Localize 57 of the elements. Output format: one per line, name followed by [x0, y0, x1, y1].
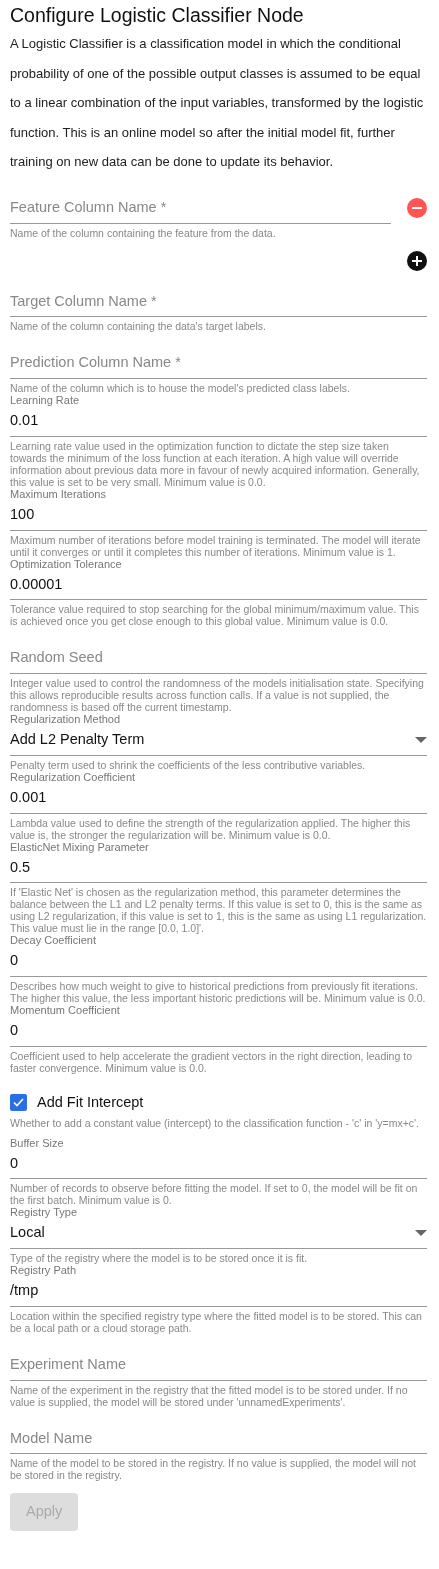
helper-text: Type of the registry where the model is to be stored once it is fit. — [10, 1252, 309, 1265]
input-field[interactable]: /tmp — [10, 1276, 427, 1307]
plus-icon — [412, 255, 422, 266]
field-label: Buffer Size — [10, 1136, 65, 1149]
field-label: Momentum Coefficient — [10, 1004, 121, 1017]
helper-text: Tolerance value required to stop searching for the global minimum/maximum value. This is achieved once you get close enough to this global value. Minimum value is 0.0. — [10, 603, 420, 628]
input-field[interactable]: 0.001 — [10, 782, 427, 814]
field-label: Optimization Tolerance — [10, 557, 123, 570]
helper-text: Penalty term used to shrink the coefficients of the less contributive variables. — [10, 758, 367, 771]
helper-text: Name of the experiment in the registry that the fitted model is to be stored under. If no value is supplied, the model will be stored under 'unnamedExperiments'. — [10, 1383, 409, 1408]
add-button[interactable] — [407, 250, 427, 271]
helper-text: Location within the specified registry type where the fitted model is to be stored. This can be a local path or a cloud storage path. — [10, 1309, 423, 1334]
dropdown-field[interactable]: Add L2 Penalty Term — [10, 725, 427, 756]
caret-icon — [415, 737, 427, 743]
input-field[interactable]: Feature Column Name * — [10, 192, 391, 224]
field-label: Maximum Iterations — [10, 487, 107, 500]
description-text: A Logistic Classifier is a classification model in which the conditional probability of one of the possible output classes is assumed to be equal to a linear combination of the input variables, transformed by the logistic function. This is an online model so after the initial model fit, further training on new data can be done to update its behavior. — [10, 35, 425, 172]
helper-text: Lambda value used to define the strength of the regularization applied. The higher this value is, the stronger the regularization will be. Minimum value is 0.0. — [10, 816, 412, 841]
helper-text: Integer value used to control the randomness of the models initialisation state. Specifying this allows reproducible results across function calls. If a value is not supplied, the randomness is based off the current timestamp. — [10, 677, 425, 714]
helper-text: If 'Elastic Net' is chosen as the regularization method, this parameter determines the balance between the L1 and L2 penalty terms. If this value is set to 0, this is the same as using L2 regularization, if this value is set to 1, this is the same as using L1 regularization. This value must lie in the range [0.0, 1.0]'. — [10, 886, 427, 935]
input-field[interactable]: 0 — [10, 1016, 427, 1047]
check-icon — [13, 1098, 24, 1108]
checkbox-label: Add Fit Intercept — [37, 1092, 144, 1112]
field-label: Registry Path — [10, 1264, 78, 1277]
checkbox[interactable] — [10, 1094, 27, 1112]
remove-button[interactable] — [407, 198, 427, 219]
helper-text: Name of the model to be stored in the registry. If no value is supplied, the model will not be stored in the registry. — [10, 1457, 418, 1482]
minus-icon — [412, 207, 422, 210]
input-field[interactable]: Experiment Name — [10, 1349, 427, 1381]
input-field[interactable]: Target Column Name * — [10, 286, 427, 318]
page-title: Configure Logistic Classifier Node — [10, 4, 305, 28]
helper-text: Number of records to observe before fitting the model. If set to 0, the model will be fit on the first batch. Minimum value is 0. — [10, 1182, 419, 1207]
helper-text: Name of the column which is to house the model's predicted class labels. — [10, 382, 351, 395]
input-field[interactable]: 0 — [10, 1148, 427, 1180]
field-label: Learning Rate — [10, 394, 81, 407]
helper-text: Name of the column containing the data's target labels. — [10, 320, 267, 333]
input-field[interactable]: 0.5 — [10, 852, 427, 884]
field-label: Registry Type — [10, 1206, 79, 1219]
input-field[interactable]: 0.00001 — [10, 569, 427, 601]
helper-text: Name of the column containing the feature from the data. — [10, 226, 277, 239]
input-field[interactable]: 0.01 — [10, 406, 427, 437]
caret-icon — [415, 1230, 427, 1237]
input-field[interactable]: 0 — [10, 946, 427, 978]
input-field[interactable]: 100 — [10, 499, 427, 531]
field-label: Regularization Method — [10, 713, 122, 726]
field-label: ElasticNet Mixing Parameter — [10, 840, 149, 853]
dropdown-field[interactable]: Local — [10, 1218, 427, 1250]
field-label: Regularization Coefficient — [10, 770, 137, 783]
field-label: Decay Coefficient — [10, 934, 97, 947]
helper-text: Describes how much weight to give to historical predictions from previously fit iterations. The higher this value, the less important historic predictions will be. Minimum value is 0.0. — [10, 980, 427, 1005]
input-field[interactable]: Random Seed — [10, 643, 427, 675]
input-field[interactable]: Model Name — [10, 1423, 427, 1455]
helper-text: Whether to add a constant value (intercept) to the classification function - 'c' in 'y=mx+c'. — [10, 1116, 420, 1129]
helper-text: Coefficient used to help accelerate the gradient vectors in the right direction, leading to faster convergence. Minimum value is 0.0. — [10, 1049, 413, 1074]
helper-text: Learning rate value used in the optimization function to dictate the step size taken towards the minimum of the loss function at each iteration. A high value will override information about previous data more in favour of newly acquired information. Generally, this value is set to be very small. Minimum value is 0.0. — [10, 439, 421, 488]
helper-text: Maximum number of iterations before model training is terminated. The model will iterate until it converges or until it completes this number of iterations. Minimum value is 1. — [10, 533, 422, 558]
input-field[interactable]: Prediction Column Name * — [10, 348, 427, 380]
